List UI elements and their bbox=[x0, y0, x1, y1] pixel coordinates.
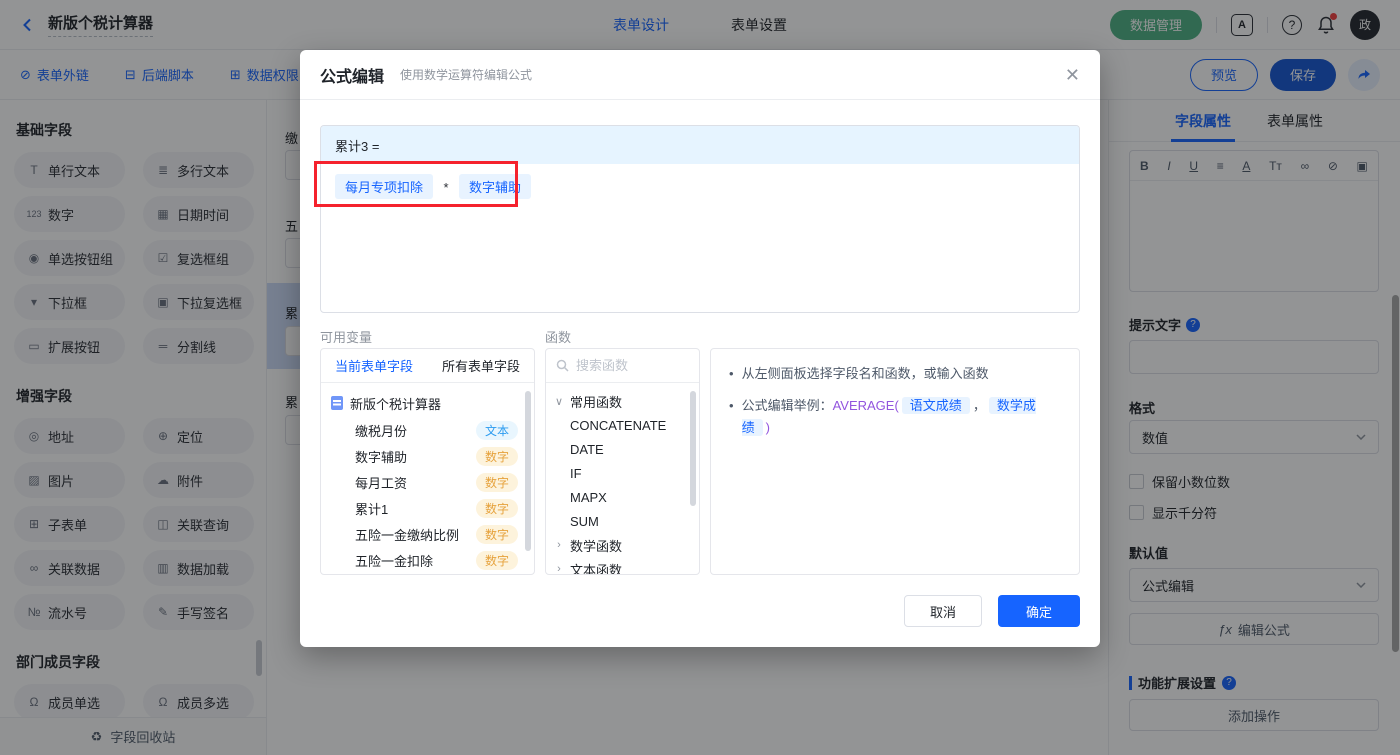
functions-label: 函数 bbox=[545, 330, 572, 345]
tab-all-form-fields[interactable]: 所有表单字段 bbox=[442, 356, 520, 375]
example-field-chip: 语文成绩 bbox=[901, 397, 970, 414]
formula-editor[interactable]: 累计3 = 每月专项扣除 * 数字辅助 bbox=[320, 125, 1080, 313]
help-line-1: • 从左侧面板选择字段名和函数，或输入函数 bbox=[729, 363, 1061, 385]
variable-name: 累计1 bbox=[355, 501, 389, 517]
function-item[interactable]: MAPX bbox=[546, 485, 699, 509]
type-badge: 文本 bbox=[475, 420, 518, 440]
search-icon bbox=[556, 359, 569, 372]
variable-row[interactable]: 每月工资 数字 bbox=[321, 469, 534, 495]
variables-tab-bar: 当前表单字段 所有表单字段 bbox=[321, 349, 534, 383]
functions-scrollbar[interactable] bbox=[690, 391, 696, 506]
function-group-math[interactable]: › 数学函数 bbox=[546, 533, 699, 557]
formula-field-chip[interactable]: 每月专项扣除 bbox=[335, 174, 434, 199]
form-doc-icon bbox=[331, 396, 343, 410]
app-window: 新版个税计算器 表单设计 表单设置 数据管理 A ? 政 ⊘ 表单外链 ⊟ 后端… bbox=[0, 0, 1400, 755]
variable-row[interactable]: 数字辅助 数字 bbox=[321, 443, 534, 469]
close-icon[interactable]: ✕ bbox=[1065, 66, 1080, 84]
function-item[interactable]: CONCATENATE bbox=[546, 413, 699, 437]
tree-root-label: 新版个税计算器 bbox=[350, 396, 442, 412]
function-search bbox=[546, 349, 699, 383]
function-group-label: 数学函数 bbox=[570, 538, 623, 554]
variable-row[interactable]: 五险一金缴纳比例 数字 bbox=[321, 521, 534, 547]
function-item[interactable]: SUM bbox=[546, 509, 699, 533]
variable-row[interactable]: 五险一金扣除 数字 bbox=[321, 547, 534, 573]
modal-title: 公式编辑 bbox=[320, 68, 385, 86]
tab-current-form-fields[interactable]: 当前表单字段 bbox=[335, 356, 413, 375]
variable-name: 五险一金扣除 bbox=[355, 553, 434, 569]
type-badge: 数字 bbox=[475, 472, 518, 492]
example-function-open: AVERAGE( bbox=[832, 398, 899, 413]
formula-target: 累计3 = bbox=[321, 126, 1079, 164]
help-line-2: • 公式编辑举例：AVERAGE(语文成绩，数学成绩) bbox=[729, 395, 1061, 439]
type-badge: 数字 bbox=[475, 524, 518, 544]
bullet-icon: • bbox=[729, 398, 734, 413]
chevron-collapsed-icon: › bbox=[557, 563, 561, 575]
variable-name: 缴税月份 bbox=[355, 423, 408, 439]
formula-operator[interactable]: * bbox=[443, 180, 448, 195]
variable-row[interactable]: 缴税月份 文本 bbox=[321, 417, 534, 443]
variable-name: 五险一金缴纳比例 bbox=[355, 527, 460, 543]
chevron-expanded-icon: ∨ bbox=[554, 395, 564, 408]
example-comma: ， bbox=[972, 398, 986, 413]
formula-expression[interactable]: 每月专项扣除 * 数字辅助 bbox=[321, 164, 1079, 209]
variable-name: 每月工资 bbox=[355, 475, 408, 491]
formula-help-panel: • 从左侧面板选择字段名和函数，或输入函数 • 公式编辑举例：AVERAGE(语… bbox=[710, 348, 1080, 575]
formula-edit-modal: 公式编辑 使用数学运算符编辑公式 ✕ 累计3 = 每月专项扣除 * 数字辅助 可… bbox=[300, 50, 1100, 647]
variables-tree-root[interactable]: 新版个税计算器 bbox=[321, 389, 534, 417]
modal-subtitle: 使用数学运算符编辑公式 bbox=[400, 68, 533, 82]
type-badge: 数字 bbox=[475, 498, 518, 518]
bullet-icon: • bbox=[729, 366, 734, 381]
formula-field-chip[interactable]: 数字辅助 bbox=[458, 174, 531, 199]
variables-scrollbar[interactable] bbox=[525, 391, 531, 551]
functions-panel: ∨ 常用函数 CONCATENATE DATE IF MAPX SUM › 数学… bbox=[545, 348, 700, 575]
function-group-label: 文本函数 bbox=[570, 562, 623, 575]
function-item[interactable]: IF bbox=[546, 461, 699, 485]
modal-footer: 取消 确定 bbox=[904, 595, 1080, 627]
cancel-button[interactable]: 取消 bbox=[904, 595, 982, 627]
function-search-input[interactable] bbox=[576, 358, 676, 373]
help-example: 公式编辑举例：AVERAGE(语文成绩，数学成绩) bbox=[741, 395, 1061, 439]
variables-panel: 当前表单字段 所有表单字段 新版个税计算器 缴税月份 文本 数字辅助 数字 每月工资… bbox=[320, 348, 535, 575]
variables-label: 可用变量 bbox=[320, 330, 373, 345]
function-group-text[interactable]: › 文本函数 bbox=[546, 557, 699, 575]
modal-header: 公式编辑 使用数学运算符编辑公式 ✕ bbox=[300, 50, 1100, 100]
function-item[interactable]: DATE bbox=[546, 437, 699, 461]
type-badge: 数字 bbox=[475, 550, 518, 570]
chevron-collapsed-icon: › bbox=[557, 539, 561, 551]
function-group-label: 常用函数 bbox=[570, 394, 623, 410]
function-group-common[interactable]: ∨ 常用函数 bbox=[546, 389, 699, 413]
variable-row[interactable]: 累计1 数字 bbox=[321, 495, 534, 521]
type-badge: 数字 bbox=[475, 446, 518, 466]
help-text: 从左侧面板选择字段名和函数，或输入函数 bbox=[741, 366, 989, 381]
confirm-button[interactable]: 确定 bbox=[998, 595, 1080, 627]
variable-name: 数字辅助 bbox=[355, 449, 408, 465]
example-prefix: 公式编辑举例： bbox=[741, 398, 833, 413]
example-function-close: ) bbox=[765, 420, 770, 435]
